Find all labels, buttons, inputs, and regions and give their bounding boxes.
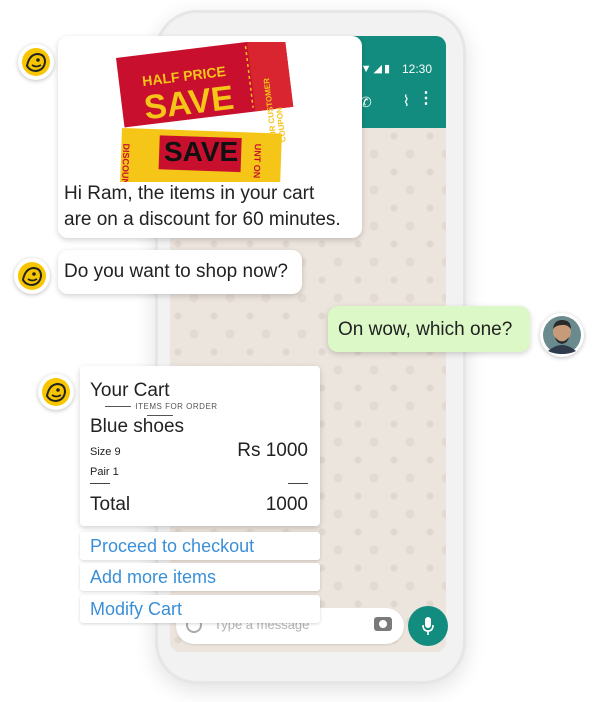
total-value: 1000 xyxy=(265,494,308,515)
bot-avatar xyxy=(18,44,54,80)
cart-card: Your Cart ITEMS FOR ORDER Blue shoes Siz… xyxy=(80,366,320,526)
user-photo-icon xyxy=(543,316,581,354)
attach-icon[interactable]: ⌇ xyxy=(403,92,410,110)
proceed-to-checkout-button[interactable]: Proceed to checkout xyxy=(80,532,320,560)
lion-logo-icon xyxy=(42,378,70,406)
shop-now-text: Do you want to shop now? xyxy=(64,261,288,282)
user-avatar xyxy=(540,313,584,357)
discount-line-2: are on a discount for 60 minutes. xyxy=(64,209,341,230)
signal-icons: ▼◢▮ xyxy=(360,63,392,75)
bot-avatar xyxy=(14,258,50,294)
mic-button[interactable] xyxy=(408,606,448,646)
product-price: Rs 1000 xyxy=(237,440,308,461)
product-pair: Pair 1 xyxy=(90,466,119,478)
user-reply-text: On wow, which one? xyxy=(338,319,513,340)
divider xyxy=(90,483,110,484)
coupon-second-save: SAVE xyxy=(164,136,239,167)
product-size: Size 9 xyxy=(90,446,121,458)
lion-logo-icon xyxy=(18,262,46,290)
camera-icon[interactable] xyxy=(374,617,392,631)
status-time: 12:30 xyxy=(401,62,432,76)
add-items-label[interactable]: Add more items xyxy=(90,567,216,588)
add-more-items-button[interactable]: Add more items xyxy=(80,563,320,591)
coupon-second-side-right: UNT ON xyxy=(251,143,263,179)
coupon-image: HALF PRICE SAVE OUR CUSTOMER COUPON DISC… xyxy=(112,42,302,182)
cart-title: Your Cart xyxy=(90,380,170,401)
product-name: Blue shoes xyxy=(90,416,185,437)
modify-cart-label[interactable]: Modify Cart xyxy=(90,599,182,620)
lion-logo-icon xyxy=(22,48,50,76)
discount-line-1: Hi Ram, the items in your cart xyxy=(64,183,315,204)
shop-now-bubble: Do you want to shop now? xyxy=(58,250,302,294)
coupon-second-side-left: DISCOUNT xyxy=(119,143,132,182)
modify-cart-button[interactable]: Modify Cart xyxy=(80,595,320,623)
user-reply-bubble: On wow, which one? xyxy=(328,306,530,352)
mic-icon xyxy=(422,617,434,635)
total-label: Total xyxy=(90,494,131,515)
bot-avatar xyxy=(38,374,74,410)
checkout-label[interactable]: Proceed to checkout xyxy=(90,536,254,557)
divider xyxy=(288,483,308,484)
more-options-icon[interactable]: ⋮ xyxy=(418,88,434,108)
